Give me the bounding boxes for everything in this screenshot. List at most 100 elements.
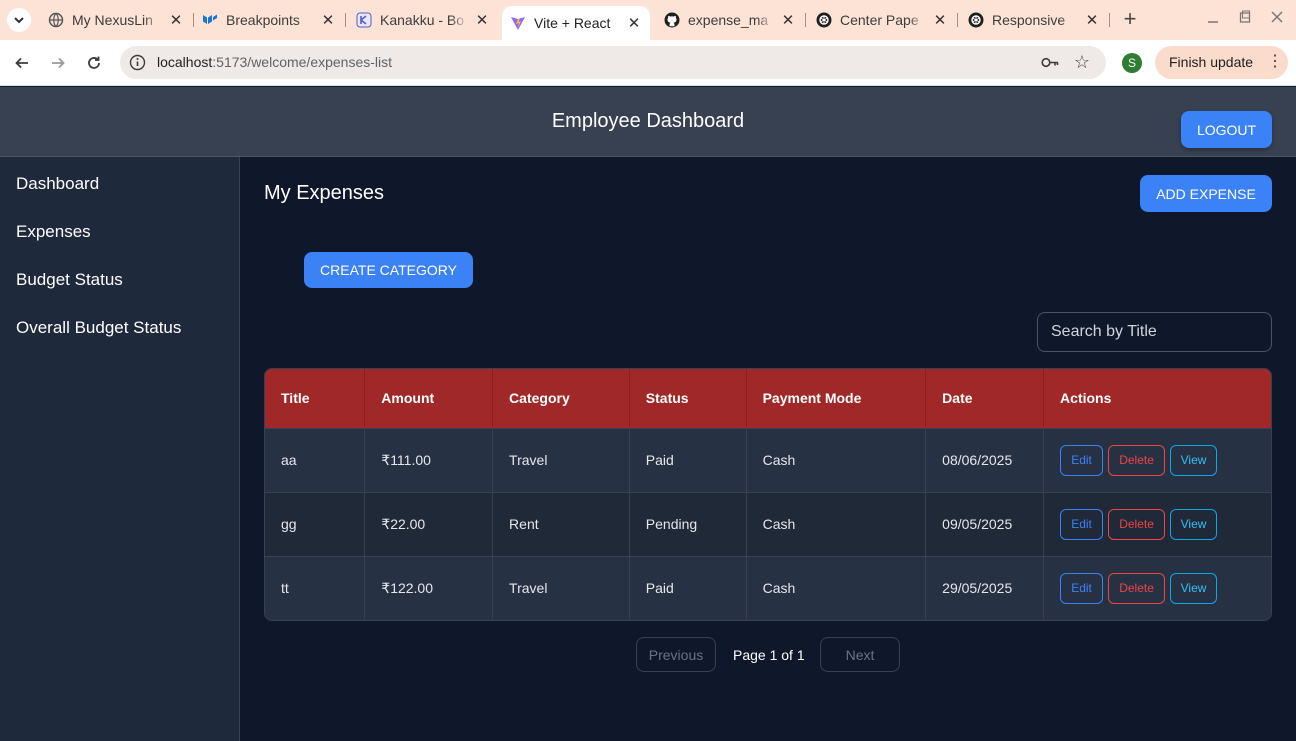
cell-date: 29/05/2025 xyxy=(925,555,1045,620)
cell-title: tt xyxy=(265,555,366,620)
next-page-button[interactable]: Next xyxy=(820,637,900,672)
url-host: localhost xyxy=(157,54,213,70)
add-expense-button[interactable]: ADD EXPENSE xyxy=(1140,175,1272,212)
main-content: My Expenses ADD EXPENSE CREATE CATEGORY … xyxy=(240,157,1296,741)
close-icon[interactable]: ✕ xyxy=(168,11,184,29)
create-category-button[interactable]: CREATE CATEGORY xyxy=(304,252,473,288)
close-icon[interactable]: ✕ xyxy=(780,11,796,29)
previous-page-button[interactable]: Previous xyxy=(636,637,716,672)
browser-tab-7[interactable]: Responsive ✕ xyxy=(960,0,1108,40)
view-button[interactable]: View xyxy=(1170,572,1218,604)
back-arrow-icon[interactable] xyxy=(10,51,34,75)
edit-button[interactable]: Edit xyxy=(1060,508,1104,540)
cell-category: Travel xyxy=(492,427,630,492)
tab-title: Center Pape xyxy=(840,12,919,28)
column-header[interactable]: Status xyxy=(629,369,747,428)
browser-tab-bar: My NexusLin ✕ Breakpoints ✕ Kanakku - Bo… xyxy=(0,0,1296,40)
column-header[interactable]: Amount xyxy=(364,369,494,428)
cell-amount: ₹122.00 xyxy=(364,555,494,620)
tab-divider xyxy=(957,13,958,27)
kanakku-icon xyxy=(356,12,372,28)
url-path: :5173/welcome/expenses-list xyxy=(212,54,393,70)
delete-button[interactable]: Delete xyxy=(1108,572,1166,604)
cell-payment-mode: Cash xyxy=(746,427,927,492)
tab-title: Breakpoints xyxy=(226,12,300,28)
vite-icon xyxy=(510,15,526,31)
column-header[interactable]: Date xyxy=(925,369,1045,428)
close-icon[interactable]: ✕ xyxy=(474,11,490,29)
table-row: gg ₹22.00 Rent Pending Cash 09/05/2025 E… xyxy=(265,491,1271,556)
sidebar-item-expenses[interactable]: Expenses xyxy=(16,222,91,242)
close-icon[interactable]: ✕ xyxy=(626,14,642,32)
tab-title: Responsive xyxy=(992,12,1066,28)
globe-icon xyxy=(48,12,64,28)
browser-tab-5[interactable]: expense_ma ✕ xyxy=(656,0,804,40)
cell-title: aa xyxy=(265,427,366,492)
forward-arrow-icon[interactable] xyxy=(46,51,70,75)
table-header-row: Title Amount Category Status Payment Mod… xyxy=(265,369,1271,428)
tab-title: Kanakku - Bo xyxy=(380,12,465,28)
view-button[interactable]: View xyxy=(1170,444,1218,476)
column-header[interactable]: Payment Mode xyxy=(746,369,927,428)
column-header: Actions xyxy=(1043,369,1271,428)
tab-title: expense_ma xyxy=(688,12,769,28)
close-icon[interactable]: ✕ xyxy=(320,11,336,29)
openai-icon xyxy=(968,12,984,28)
url-text: localhost:5173/welcome/expenses-list xyxy=(157,54,392,70)
sidebar-item-budget-status[interactable]: Budget Status xyxy=(16,270,123,290)
tab-search-button[interactable] xyxy=(7,8,31,32)
openai-icon xyxy=(816,12,832,28)
mui-icon xyxy=(202,12,218,28)
cell-date: 08/06/2025 xyxy=(925,427,1045,492)
delete-button[interactable]: Delete xyxy=(1108,508,1166,540)
tab-title: Vite + React xyxy=(534,15,611,31)
logout-button[interactable]: LOGOUT xyxy=(1181,111,1272,148)
browser-tab-3[interactable]: Kanakku - Bo ✕ xyxy=(346,0,498,40)
close-icon[interactable]: ✕ xyxy=(932,11,948,29)
maximize-icon[interactable] xyxy=(1239,10,1251,27)
profile-avatar[interactable]: S xyxy=(1122,53,1142,73)
browser-toolbar: localhost:5173/welcome/expenses-list ☆ S… xyxy=(0,40,1296,86)
column-header[interactable]: Category xyxy=(492,369,630,428)
cell-title: gg xyxy=(265,491,366,556)
site-info-icon[interactable] xyxy=(129,54,146,71)
cell-actions: Edit Delete View xyxy=(1043,491,1271,556)
cell-status: Paid xyxy=(629,427,747,492)
sidebar-item-overall-budget-status[interactable]: Overall Budget Status xyxy=(16,318,181,338)
sidebar-item-dashboard[interactable]: Dashboard xyxy=(16,174,99,194)
browser-tab-active[interactable]: Vite + React ✕ xyxy=(502,6,650,40)
table-row: tt ₹122.00 Travel Paid Cash 29/05/2025 E… xyxy=(265,555,1271,620)
edit-button[interactable]: Edit xyxy=(1060,444,1104,476)
window-close-icon[interactable] xyxy=(1271,10,1283,27)
new-tab-plus-icon[interactable]: + xyxy=(1119,8,1141,30)
cell-actions: Edit Delete View xyxy=(1043,427,1271,492)
cell-payment-mode: Cash xyxy=(746,491,927,556)
bookmark-star-icon[interactable]: ☆ xyxy=(1072,52,1092,72)
view-button[interactable]: View xyxy=(1170,508,1218,540)
kebab-menu-icon[interactable]: ⋮ xyxy=(1267,52,1283,72)
finish-update-button[interactable]: Finish update ⋮ xyxy=(1155,46,1288,79)
app-header: Employee Dashboard LOGOUT xyxy=(0,87,1296,157)
github-icon xyxy=(664,12,680,28)
cell-status: Paid xyxy=(629,555,747,620)
tab-divider xyxy=(1109,13,1110,27)
search-input[interactable] xyxy=(1037,312,1272,352)
reload-icon[interactable] xyxy=(82,51,106,75)
browser-tab-2[interactable]: Breakpoints ✕ xyxy=(194,0,344,40)
cell-payment-mode: Cash xyxy=(746,555,927,620)
edit-button[interactable]: Edit xyxy=(1060,572,1104,604)
minimize-icon[interactable] xyxy=(1207,10,1219,27)
chevron-down-icon xyxy=(14,17,24,24)
page-title: My Expenses xyxy=(264,182,385,204)
close-icon[interactable]: ✕ xyxy=(1084,11,1100,29)
cell-actions: Edit Delete View xyxy=(1043,555,1271,620)
cell-amount: ₹111.00 xyxy=(364,427,494,492)
browser-tab-1[interactable]: My NexusLin ✕ xyxy=(40,0,192,40)
delete-button[interactable]: Delete xyxy=(1108,444,1166,476)
password-key-icon[interactable] xyxy=(1040,54,1060,71)
tab-title: My NexusLin xyxy=(72,12,153,28)
browser-tab-6[interactable]: Center Pape ✕ xyxy=(808,0,956,40)
column-header[interactable]: Title xyxy=(265,369,366,428)
cell-category: Travel xyxy=(492,555,630,620)
address-bar[interactable]: localhost:5173/welcome/expenses-list ☆ xyxy=(120,46,1106,79)
